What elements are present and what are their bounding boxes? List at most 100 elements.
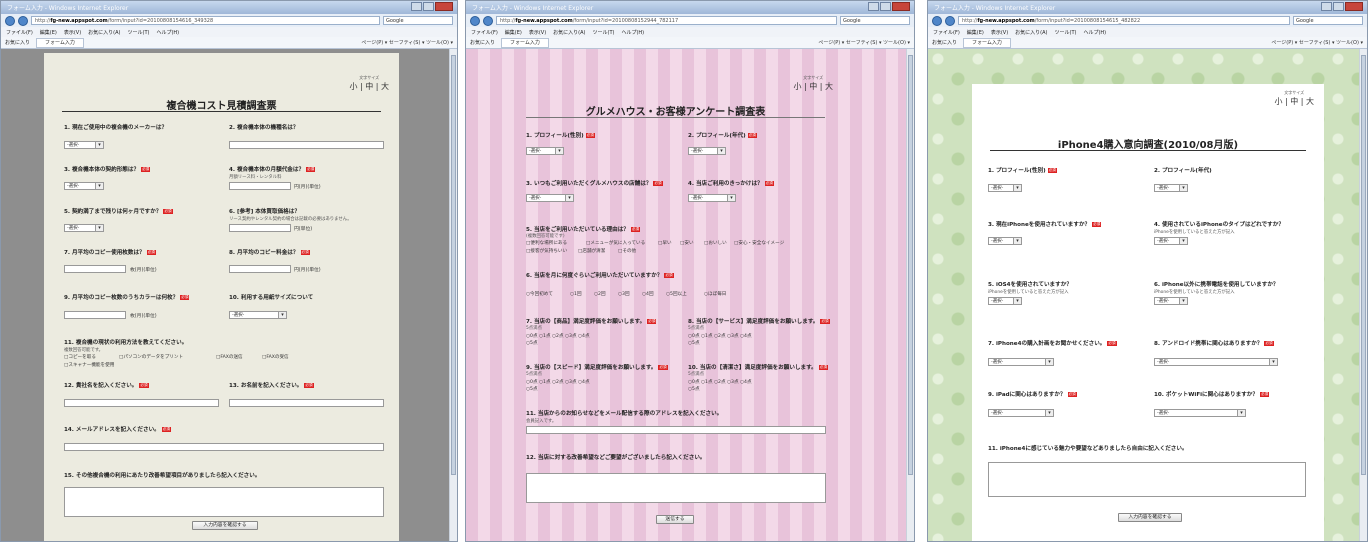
frequency-option-daily[interactable]: ○ほぼ毎日 xyxy=(704,291,726,297)
remaining-months-select[interactable]: -選択- xyxy=(64,224,104,232)
menu-edit[interactable]: 編集(E) xyxy=(40,29,57,36)
product-rating-options[interactable]: ○0点 ○1点 ○2点 ○3点 ○4点 xyxy=(526,333,590,339)
paper-size-select[interactable]: -選択- xyxy=(229,311,287,319)
reason-option-clean[interactable]: □店舗が清潔 xyxy=(578,248,605,254)
menu-view[interactable]: 表示(V) xyxy=(64,29,81,36)
email-input[interactable] xyxy=(64,443,384,451)
menu-view[interactable]: 表示(V) xyxy=(991,29,1008,36)
menu-edit[interactable]: 編集(E) xyxy=(967,29,984,36)
submit-button[interactable]: 送信する xyxy=(656,515,694,524)
reason-option-location[interactable]: □便利な場所にある xyxy=(526,240,567,246)
iphone-type-select[interactable]: -選択- xyxy=(1154,237,1188,245)
confirm-button[interactable]: 入力内容を確認する xyxy=(192,521,258,530)
trigger-select[interactable]: -選択- xyxy=(688,194,736,202)
menu-help[interactable]: ヘルプ(H) xyxy=(621,29,644,36)
favorites-button[interactable]: お気に入り xyxy=(470,39,495,46)
reason-option-service[interactable]: □接客が気持ちいい xyxy=(526,248,567,254)
menu-favorites[interactable]: お気に入り(A) xyxy=(1015,29,1047,36)
forward-button[interactable] xyxy=(945,15,955,26)
menu-tools[interactable]: ツール(T) xyxy=(593,29,615,36)
command-bar[interactable]: ページ(P) ▾ セーフティ(S) ▾ ツール(O) ▾ xyxy=(818,39,910,46)
name-input[interactable] xyxy=(229,399,384,407)
copy-fee-input[interactable] xyxy=(229,265,291,273)
frequency-option-5plus[interactable]: ○5回以上 xyxy=(666,291,687,297)
use-option-fax-receive[interactable]: □FAXの受信 xyxy=(262,354,289,360)
menu-file[interactable]: ファイル(F) xyxy=(6,29,33,36)
speed-rating-option-5[interactable]: ○5点 xyxy=(526,386,538,392)
command-bar[interactable]: ページ(P) ▾ セーフティ(S) ▾ ツール(O) ▾ xyxy=(361,39,453,46)
menu-help[interactable]: ヘルプ(H) xyxy=(156,29,179,36)
menu-favorites[interactable]: お気に入り(A) xyxy=(553,29,585,36)
minimize-button[interactable] xyxy=(1321,2,1332,11)
menu-help[interactable]: ヘルプ(H) xyxy=(1083,29,1106,36)
scrollbar[interactable] xyxy=(906,49,914,541)
company-input[interactable] xyxy=(64,399,219,407)
back-button[interactable] xyxy=(5,15,15,26)
address-input[interactable]: http://fg-new.appspot.com/form/input?id=… xyxy=(496,16,837,25)
menu-edit[interactable]: 編集(E) xyxy=(505,29,522,36)
frequency-option-4[interactable]: ○4回 xyxy=(642,291,654,297)
gender-select[interactable]: -選択- xyxy=(526,147,564,155)
reason-option-cheap[interactable]: □安い xyxy=(680,240,694,246)
android-interest-select[interactable]: -選択- xyxy=(1154,358,1278,366)
favorites-button[interactable]: お気に入り xyxy=(932,39,957,46)
iphone-use-select[interactable]: -選択- xyxy=(988,237,1022,245)
menu-tools[interactable]: ツール(T) xyxy=(1055,29,1077,36)
search-box[interactable]: Google xyxy=(1293,16,1363,25)
purchase-price-input[interactable] xyxy=(229,224,291,232)
search-box[interactable]: Google xyxy=(840,16,910,25)
command-bar[interactable]: ページ(P) ▾ セーフティ(S) ▾ ツール(O) ▾ xyxy=(1271,39,1363,46)
request-textarea[interactable] xyxy=(526,473,826,503)
scrollbar[interactable] xyxy=(1359,49,1367,541)
copy-count-input[interactable] xyxy=(64,265,126,273)
maker-select[interactable]: -選択- xyxy=(64,141,104,149)
product-rating-option-5[interactable]: ○5点 xyxy=(526,340,538,346)
menu-view[interactable]: 表示(V) xyxy=(529,29,546,36)
browser-tab[interactable]: フォーム入力 xyxy=(963,37,1011,48)
comment-textarea[interactable] xyxy=(64,487,384,517)
minimize-button[interactable] xyxy=(411,2,422,11)
speed-rating-options[interactable]: ○0点 ○1点 ○2点 ○3点 ○4点 xyxy=(526,379,590,385)
reason-option-fast[interactable]: □早い xyxy=(658,240,672,246)
address-input[interactable]: http://fg-new.appspot.com/form/input?id=… xyxy=(31,16,380,25)
scrollbar[interactable] xyxy=(449,49,457,541)
close-button[interactable] xyxy=(892,2,910,11)
forward-button[interactable] xyxy=(483,15,493,26)
use-option-copy[interactable]: □コピーを取る xyxy=(64,354,96,360)
reason-option-safe[interactable]: □安心・安全なイメージ xyxy=(734,240,784,246)
use-option-print[interactable]: □パソコンのデータをプリント xyxy=(119,354,183,360)
service-rating-options[interactable]: ○0点 ○1点 ○2点 ○3点 ○4点 xyxy=(688,333,752,339)
menu-file[interactable]: ファイル(F) xyxy=(933,29,960,36)
maximize-button[interactable] xyxy=(880,2,891,11)
back-button[interactable] xyxy=(932,15,942,26)
age-select[interactable]: -選択- xyxy=(1154,184,1188,192)
forward-button[interactable] xyxy=(18,15,28,26)
close-button[interactable] xyxy=(435,2,453,11)
clean-rating-option-5[interactable]: ○5点 xyxy=(688,386,700,392)
maximize-button[interactable] xyxy=(1333,2,1344,11)
email-input[interactable] xyxy=(526,426,826,434)
purchase-plan-select[interactable]: -選択- xyxy=(988,358,1054,366)
frequency-option-2[interactable]: ○2回 xyxy=(594,291,606,297)
reason-option-other[interactable]: □その他 xyxy=(618,248,636,254)
monthly-fee-input[interactable] xyxy=(229,182,291,190)
reason-option-tasty[interactable]: □おいしい xyxy=(704,240,727,246)
minimize-button[interactable] xyxy=(868,2,879,11)
other-phone-select[interactable]: -選択- xyxy=(1154,297,1188,305)
font-size-switch[interactable]: 文字サイズ小 | 中 | 大 xyxy=(349,75,389,92)
frequency-option-1[interactable]: ○1回 xyxy=(570,291,582,297)
menu-favorites[interactable]: お気に入り(A) xyxy=(88,29,120,36)
color-copy-input[interactable] xyxy=(64,311,126,319)
menu-file[interactable]: ファイル(F) xyxy=(471,29,498,36)
store-select[interactable]: -選択- xyxy=(526,194,574,202)
close-button[interactable] xyxy=(1345,2,1363,11)
browser-tab[interactable]: フォーム入力 xyxy=(36,37,84,48)
search-box[interactable]: Google xyxy=(383,16,453,25)
frequency-option-first[interactable]: ○今回初めて xyxy=(526,291,553,297)
pocket-wifi-select[interactable]: -選択- xyxy=(1154,409,1246,417)
scrollbar-thumb[interactable] xyxy=(451,55,456,475)
back-button[interactable] xyxy=(470,15,480,26)
contract-select[interactable]: -選択- xyxy=(64,182,104,190)
scrollbar-thumb[interactable] xyxy=(1361,55,1366,475)
browser-tab[interactable]: フォーム入力 xyxy=(501,37,549,48)
